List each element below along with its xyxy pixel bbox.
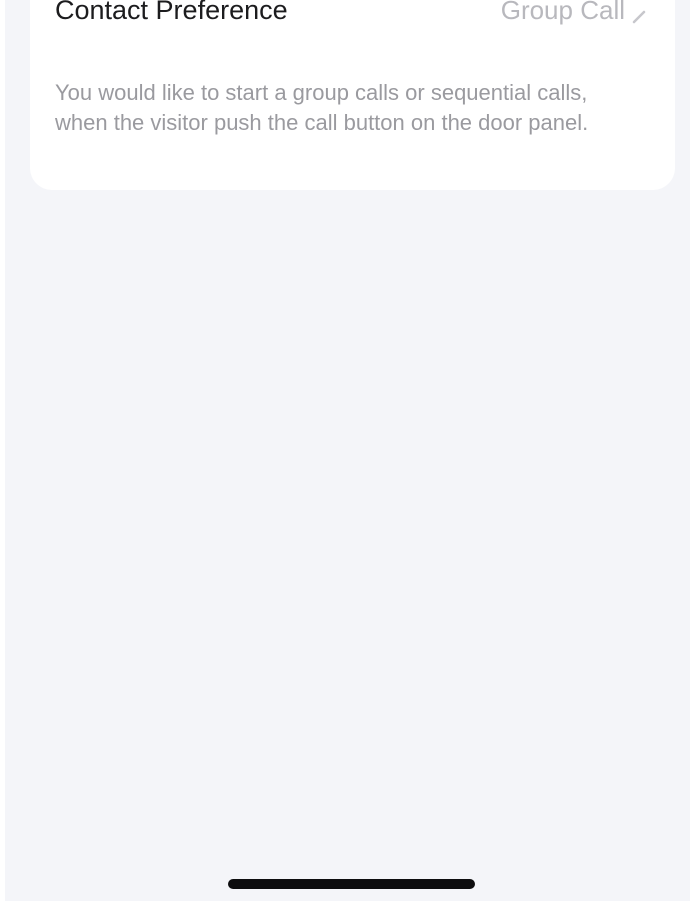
contact-preference-value: Group Call: [500, 0, 625, 25]
home-indicator[interactable]: [228, 879, 475, 889]
contact-preference-description: You would like to start a group calls or…: [55, 80, 589, 135]
contact-preference-label: Contact Preference: [55, 0, 288, 25]
chevron-right-icon: [632, 10, 646, 24]
contact-preference-card: Contact Preference Group Call You would …: [30, 0, 675, 190]
settings-screen: Contact Preference Group Call You would …: [5, 0, 690, 901]
contact-preference-row[interactable]: Contact Preference Group Call: [30, 0, 675, 25]
